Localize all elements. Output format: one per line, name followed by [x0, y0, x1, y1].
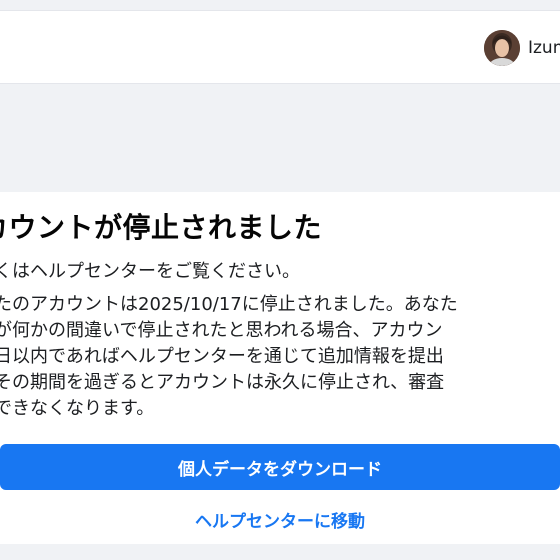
- user-avatar[interactable]: [484, 30, 520, 66]
- account-suspended-card: カウントが停止されました くはヘルプセンターをご覧ください。 たのアカウントは2…: [0, 192, 560, 544]
- avatar-photo: [484, 30, 520, 66]
- notice-body-line: 日以内であればヘルプセンターを通じて追加情報を提出: [0, 346, 444, 367]
- notice-body-line: が何かの間違いで停止されたと思われる場合、アカウン: [0, 320, 443, 341]
- notice-body-line: できなくなります。: [0, 398, 155, 419]
- notice-subtitle: くはヘルプセンターをご覧ください。: [0, 261, 300, 282]
- page: Izum カウントが停止されました くはヘルプセンターをご覧ください。 たのアカ…: [0, 0, 560, 560]
- go-to-help-center-button[interactable]: ヘルプセンターに移動: [0, 496, 560, 542]
- notice-body: たのアカウントは2025/10/17に停止されました。あなた が何かの間違いで停…: [0, 292, 458, 422]
- user-name[interactable]: Izum: [528, 38, 560, 58]
- top-navigation-bar: Izum: [0, 10, 560, 84]
- notice-body-line: その期間を過ぎるとアカウントは永久に停止され、審査: [0, 372, 445, 393]
- download-personal-data-button[interactable]: 個人データをダウンロード: [0, 444, 560, 490]
- notice-body-line: たのアカウントは2025/10/17に停止されました。あなた: [0, 294, 458, 315]
- notice-title: カウントが停止されました: [0, 211, 323, 244]
